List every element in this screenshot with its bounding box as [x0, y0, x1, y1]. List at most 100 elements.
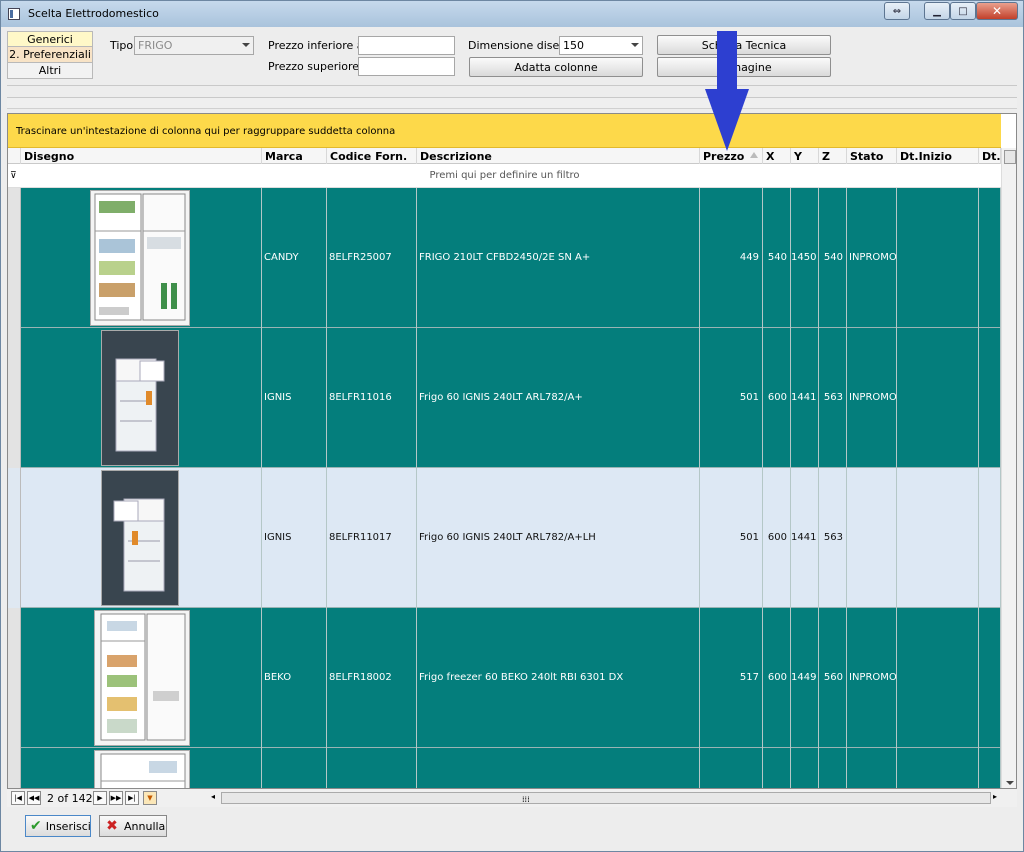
cell-x: 600	[763, 608, 791, 748]
row-selector[interactable]	[8, 748, 21, 788]
annulla-label: Annulla	[124, 819, 166, 833]
tab-altri[interactable]: Altri	[7, 63, 93, 79]
cell-disegno	[21, 748, 262, 788]
minimize-button[interactable]: ▁	[924, 2, 950, 20]
window-app-icon	[8, 8, 20, 20]
table-row[interactable]: BEKO 8ELFR18002 Frigo freezer 60 BEKO 24…	[8, 608, 1001, 748]
sort-ascending-icon	[750, 152, 758, 158]
maximize-icon: □	[958, 5, 968, 17]
column-header-z[interactable]: Z	[819, 148, 847, 164]
filter-row[interactable]: ⊽ Premi qui per definire un filtro	[8, 164, 1001, 188]
row-selector[interactable]	[8, 188, 21, 328]
cell-descrizione: Frigo 60 IGNIS 240LT ARL782/A+LH	[417, 468, 700, 608]
cell-x: 600	[763, 468, 791, 608]
last-page-button[interactable]: ▶|	[125, 791, 139, 805]
cell-marca: IGNIS	[262, 328, 327, 468]
fridge-image	[90, 190, 190, 326]
restore-arrows-button[interactable]: ⇔	[884, 2, 910, 20]
fridge-open-white-icon	[100, 613, 186, 741]
cell-z	[819, 748, 847, 788]
row-selector[interactable]	[8, 328, 21, 468]
cell-z: 540	[819, 188, 847, 328]
separator	[7, 85, 1017, 97]
cell-descrizione: Frigo 60 IGNIS 240LT ARL782/A+	[417, 328, 700, 468]
main-window: Scelta Elettrodomestico ⇔ ▁ □ ✕ Generici…	[0, 0, 1024, 852]
cell-y	[791, 748, 819, 788]
tipo-combo[interactable]: FRIGO	[134, 36, 254, 55]
column-header-dt-fine[interactable]: Dt.F	[979, 148, 1001, 164]
fridge-built-in-icon	[102, 331, 178, 465]
column-header-disegno[interactable]: Disegno	[21, 148, 262, 164]
row-selector[interactable]	[8, 468, 21, 608]
tab-preferenziali[interactable]: 2. Preferenziali	[7, 47, 93, 63]
adatta-colonne-button[interactable]: Adatta colonne	[469, 57, 643, 77]
scroll-thumb[interactable]	[1004, 150, 1016, 164]
table-row[interactable]: IGNIS 8ELFR11016 Frigo 60 IGNIS 240LT AR…	[8, 328, 1001, 468]
close-icon: ✕	[991, 4, 1003, 18]
fridge-open-white-icon	[100, 753, 186, 788]
maximize-button[interactable]: □	[950, 2, 976, 20]
cell-descrizione: FRIGO 210LT CFBD2450/2E SN A+	[417, 188, 700, 328]
cell-marca: BEKO	[262, 608, 327, 748]
cancel-x-icon: ✖	[106, 818, 118, 834]
table-row[interactable]	[8, 748, 1001, 788]
data-grid: Trascinare un'intestazione di colonna qu…	[7, 113, 1017, 789]
column-header-dt-inizio-stato[interactable]: Dt.Inizio Stato	[897, 148, 979, 176]
next-page-button[interactable]: ▶▶	[109, 791, 123, 805]
scroll-left-arrow-icon[interactable]: ◂	[211, 792, 215, 801]
horizontal-scrollbar[interactable]: ◂ ⁞⁞⁞ ▸	[211, 792, 1001, 804]
cell-codice: 8ELFR25007	[327, 188, 417, 328]
row-selector[interactable]	[8, 608, 21, 748]
tab-generici[interactable]: Generici	[7, 31, 93, 47]
column-header-codice[interactable]: Codice Forn.	[327, 148, 417, 164]
vertical-tabs: Generici 2. Preferenziali Altri	[7, 31, 93, 79]
cell-disegno	[21, 468, 262, 608]
cell-x: 600	[763, 328, 791, 468]
cell-marca: CANDY	[262, 188, 327, 328]
cell-dt-inizio-stato	[897, 748, 979, 788]
table-row[interactable]: CANDY 8ELFR25007 FRIGO 210LT CFBD2450/2E…	[8, 188, 1001, 328]
inserisci-button[interactable]: ✔ Inserisci	[25, 815, 91, 837]
column-header-y[interactable]: Y	[791, 148, 819, 164]
column-header-x[interactable]: X	[763, 148, 791, 164]
fridge-open-white-icon	[94, 193, 186, 321]
cell-prezzo: 517	[700, 608, 763, 748]
column-header-marca[interactable]: Marca	[262, 148, 327, 164]
table-row-selected[interactable]: IGNIS 8ELFR11017 Frigo 60 IGNIS 240LT AR…	[8, 468, 1001, 608]
chevron-down-icon	[631, 43, 639, 47]
filter-button[interactable]: ▼	[143, 791, 157, 805]
cell-disegno	[21, 328, 262, 468]
grid-rows: CANDY 8ELFR25007 FRIGO 210LT CFBD2450/2E…	[8, 188, 1001, 788]
splitter-bar[interactable]	[7, 97, 1017, 109]
next-button[interactable]: ▶	[93, 791, 107, 805]
prezzo-inferiore-input[interactable]	[358, 36, 455, 55]
column-header-descrizione[interactable]: Descrizione	[417, 148, 700, 164]
first-page-icon: |◀	[14, 794, 22, 802]
cell-z: 563	[819, 328, 847, 468]
cell-descrizione: Frigo freezer 60 BEKO 240lt RBI 6301 DX	[417, 608, 700, 748]
scroll-down-arrow-icon[interactable]	[1006, 781, 1014, 785]
filter-funnel-icon: ▼	[147, 794, 153, 802]
annulla-button[interactable]: ✖ Annulla	[99, 815, 167, 837]
dimensione-disegni-combo[interactable]: 150	[559, 36, 643, 55]
prev-page-button[interactable]: ◀◀	[27, 791, 41, 805]
last-page-icon: ▶|	[128, 794, 136, 802]
cell-codice: 8ELFR18002	[327, 608, 417, 748]
cell-y: 1441	[791, 468, 819, 608]
next-icon: ▶	[97, 794, 103, 802]
column-header-stato[interactable]: Stato	[847, 148, 897, 164]
first-page-button[interactable]: |◀	[11, 791, 25, 805]
close-button[interactable]: ✕	[976, 2, 1018, 20]
cell-z: 560	[819, 608, 847, 748]
cell-dt-fine	[979, 468, 1001, 608]
group-by-panel[interactable]: Trascinare un'intestazione di colonna qu…	[8, 114, 1001, 148]
prezzo-superiore-input[interactable]	[358, 57, 455, 76]
footer-buttons: ✔ Inserisci ✖ Annulla	[7, 807, 1017, 847]
cell-x	[763, 748, 791, 788]
scroll-right-arrow-icon[interactable]: ▸	[993, 792, 997, 801]
double-arrow-icon: ⇔	[892, 5, 902, 17]
vertical-scrollbar[interactable]	[1001, 148, 1016, 788]
cell-prezzo	[700, 748, 763, 788]
scroll-track[interactable]: ⁞⁞⁞	[221, 792, 991, 804]
chevron-down-icon	[242, 43, 250, 47]
